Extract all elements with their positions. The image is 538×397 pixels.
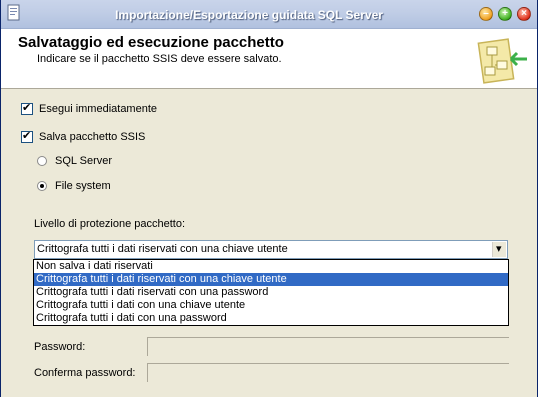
minimize-button[interactable]: – [479, 7, 493, 21]
dropdown-item[interactable]: Crittografa tutti i dati riservati con u… [34, 286, 508, 299]
confirm-password-label: Conferma password: [34, 367, 136, 379]
chevron-down-icon[interactable] [492, 242, 506, 257]
run-now-label: Esegui immediatamente [39, 103, 158, 115]
package-wizard-icon [477, 38, 527, 84]
maximize-icon: + [502, 8, 508, 19]
title-bar: Importazione/Esportazione guidata SQL Se… [1, 0, 537, 29]
radio-sql-server[interactable]: SQL Server [37, 153, 112, 169]
run-now-checkbox-row[interactable]: Esegui immediatamente [21, 101, 157, 117]
protection-level-dropdown: Non salva i dati riservati Crittografa t… [33, 259, 509, 326]
window-title: Importazione/Esportazione guidata SQL Se… [115, 8, 383, 22]
protection-level-select[interactable]: Crittografa tutti i dati riservati con u… [34, 240, 508, 259]
radio-file-system-label: File system [55, 180, 111, 192]
radio-file-system-button[interactable] [37, 181, 47, 191]
radio-sql-server-button[interactable] [37, 156, 47, 166]
save-package-label: Salva pacchetto SSIS [39, 131, 146, 143]
close-button[interactable]: × [517, 7, 531, 21]
radio-file-system[interactable]: File system [37, 178, 111, 194]
dropdown-item-selected[interactable]: Crittografa tutti i dati riservati con u… [34, 273, 508, 286]
dropdown-item[interactable]: Crittografa tutti i dati con una chiave … [34, 299, 508, 312]
maximize-button[interactable]: + [498, 7, 512, 21]
protection-level-value: Crittografa tutti i dati riservati con u… [37, 243, 288, 255]
close-icon: × [521, 8, 527, 19]
save-package-checkbox[interactable] [21, 129, 33, 143]
password-label: Password: [34, 341, 86, 353]
wizard-header: Salvataggio ed esecuzione pacchetto Indi… [1, 29, 537, 89]
dropdown-item[interactable]: Crittografa tutti i dati con una passwor… [34, 312, 508, 325]
page-subtitle: Indicare se il pacchetto SSIS deve esser… [37, 53, 282, 65]
page-title: Salvataggio ed esecuzione pacchetto [18, 34, 284, 51]
wizard-window: Importazione/Esportazione guidata SQL Se… [0, 0, 538, 397]
password-field[interactable] [147, 337, 509, 356]
dropdown-item[interactable]: Non salva i dati riservati [34, 260, 508, 273]
minimize-icon: – [483, 8, 489, 19]
protection-level-label: Livello di protezione pacchetto: [34, 218, 186, 230]
confirm-password-field[interactable] [147, 363, 509, 382]
run-now-checkbox[interactable] [21, 101, 33, 115]
save-package-checkbox-row[interactable]: Salva pacchetto SSIS [21, 129, 145, 145]
radio-sql-server-label: SQL Server [55, 155, 113, 167]
